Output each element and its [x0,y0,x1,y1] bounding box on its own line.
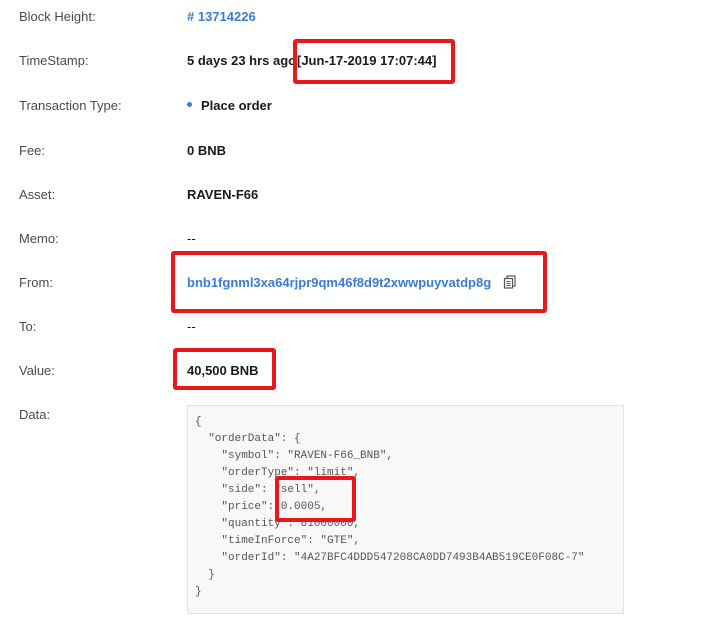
value-label: Value: [19,363,55,378]
copy-icon[interactable] [503,274,517,289]
json-line: } [195,586,202,598]
block-height-label: Block Height: [19,9,96,24]
timestamp-ago: 5 days 23 hrs ago [187,53,297,68]
from-value: bnb1fgnml3xa64rjpr9qm46f8d9t2xwwpuyvatdp… [187,274,517,291]
block-height-link[interactable]: # 13714226 [187,9,256,24]
timestamp-label: TimeStamp: [19,53,89,68]
json-line: { [195,416,202,428]
status-dot-icon [187,102,192,108]
order-data-json: { "orderData": { "symbol": "RAVEN-F66_BN… [187,405,624,614]
json-line: "side": "sell", [195,484,321,496]
transaction-type-text: Place order [201,98,272,113]
json-line: "symbol": "RAVEN-F66_BNB", [195,450,394,462]
json-line: } [195,569,215,581]
memo-label: Memo: [19,231,59,246]
timestamp-value: 5 days 23 hrs ago [Jun-17-2019 17:07:44] [187,53,436,69]
json-line: "orderId": "4A27BFC4DDD547208CA0DD7493B4… [195,552,585,564]
asset-label: Asset: [19,187,56,202]
asset-value: RAVEN-F66 [187,187,259,202]
fee-label: Fee: [19,143,46,158]
json-line: "quantity": 81000000, [195,518,361,530]
transaction-type-value: Place order [187,98,272,114]
block-height-value: # 13714226 [187,9,256,25]
from-label: From: [19,275,53,290]
value-amount: 40,500 BNB [187,363,259,378]
transaction-type-label: Transaction Type: [19,98,122,113]
data-label: Data: [19,407,51,422]
from-address-link[interactable]: bnb1fgnml3xa64rjpr9qm46f8d9t2xwwpuyvatdp… [187,275,491,290]
timestamp-exact: [Jun-17-2019 17:07:44] [297,53,437,68]
fee-value: 0 BNB [187,143,227,158]
memo-value: -- [187,231,196,246]
to-value: -- [187,319,196,334]
json-line: "timeInForce": "GTE", [195,535,361,547]
json-line: "orderData": { [195,433,301,445]
to-label: To: [19,319,37,334]
json-line: "price": 0.0005, [195,501,328,513]
json-line: "orderType": "limit", [195,467,361,479]
